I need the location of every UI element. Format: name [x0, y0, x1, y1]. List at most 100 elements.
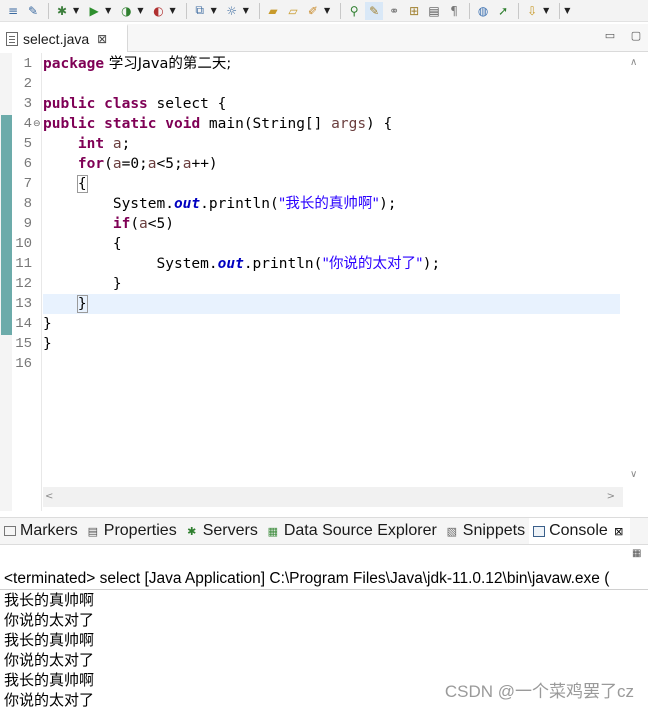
toolbar-separator — [469, 2, 471, 19]
tab-servers[interactable]: ✱ Servers — [181, 518, 262, 544]
toolbar-separator — [340, 2, 342, 19]
line-number: 11 — [15, 256, 32, 272]
minimize-icon[interactable]: ▭ — [604, 29, 616, 42]
editor-tab-label: select.java — [23, 31, 90, 47]
line-number: 5 — [23, 136, 32, 152]
console-menu-icon[interactable]: ▦ — [632, 548, 648, 562]
open-file-icon[interactable]: ▱ — [284, 2, 302, 20]
console-icon — [533, 525, 546, 537]
fold-toggle-icon[interactable]: ⊖ — [33, 114, 41, 134]
code-line-8: System.out.println("我长的真帅啊"); — [112, 196, 397, 212]
console-view[interactable]: ▦ <terminated> select [Java Application]… — [0, 546, 648, 708]
maximize-icon[interactable]: ▢ — [630, 29, 642, 42]
scroll-up-icon[interactable]: ∧ — [630, 57, 637, 68]
toolbar-separator — [258, 2, 260, 19]
console-output-line: 你说的太对了 — [4, 611, 95, 629]
line-number: 8 — [23, 196, 32, 212]
new-web-icon[interactable]: ☼ — [223, 2, 241, 20]
vertical-scrollbar[interactable]: ∧ ∨ — [622, 53, 648, 493]
view-tab-bar: Markers ▤ Properties ✱ Servers ▦ Data So… — [0, 517, 648, 545]
line-number: 3 — [23, 96, 32, 112]
console-divider — [0, 589, 648, 590]
annotation-icon[interactable]: ⚲ — [345, 2, 363, 20]
line-number: 14 — [15, 316, 32, 332]
close-icon[interactable]: ⊠ — [97, 32, 107, 46]
link-icon[interactable]: ⚭ — [385, 2, 403, 20]
chevron-down-icon[interactable]: ▼ — [324, 6, 330, 15]
matching-brace: { — [76, 175, 88, 193]
code-line-3: public class select { — [43, 96, 227, 112]
code-line-13: } — [43, 294, 88, 314]
coverage-icon[interactable]: ◑ — [117, 2, 135, 20]
line-number: 2 — [23, 76, 32, 92]
main-toolbar: ≡ ✎ ✱ ▼ ▶ ▼ ◑ ▼ ◐ ▼ ⧉ ▼ ☼ ▼ ▰ ▱ ✐ ▼ ⚲ ✎ … — [0, 0, 648, 22]
new-server-icon[interactable]: ⧉ — [191, 2, 209, 20]
scroll-down-icon[interactable]: ∨ — [630, 469, 637, 480]
code-line-14: } — [43, 316, 52, 332]
line-number: 12 — [15, 276, 32, 292]
editor-tab-select-java[interactable]: select.java ⊠ — [0, 24, 128, 52]
code-line-5: int a; — [77, 136, 131, 152]
code-line-12: } — [112, 276, 122, 292]
data-source-icon: ▦ — [267, 524, 279, 538]
code-editor[interactable]: 1 2 3 4 5 6 7 8 9 10 11 12 13 14 15 16 ⊖ package 学习Java的… — [0, 53, 648, 511]
chevron-down-icon[interactable]: ▼ — [137, 6, 143, 15]
chevron-down-icon[interactable]: ▼ — [243, 6, 249, 15]
down-arrow-icon[interactable]: ⇩ — [523, 2, 541, 20]
close-icon[interactable]: ⊠ — [612, 524, 626, 538]
chevron-down-icon[interactable]: ▼ — [169, 6, 175, 15]
console-output-line: 我长的真帅啊 — [4, 631, 95, 649]
paragraph-icon[interactable]: ¶ — [445, 2, 463, 20]
markers-icon — [4, 526, 16, 536]
editor-tab-bar: select.java ⊠ ▭ ▢ — [0, 24, 648, 52]
toggle-icon[interactable]: ≡ — [4, 2, 22, 20]
horizontal-scrollbar[interactable]: < > — [43, 487, 623, 507]
scroll-right-icon[interactable]: > — [607, 491, 615, 502]
watermark: CSDN @一个菜鸡罢了cz — [444, 682, 634, 701]
console-output-line: 你说的太对了 — [4, 691, 95, 708]
task-icon[interactable]: ✎ — [24, 2, 42, 20]
run-icon[interactable]: ▶ — [85, 2, 103, 20]
code-line-7: { — [43, 174, 88, 194]
forward-icon[interactable]: ➚ — [494, 2, 512, 20]
chevron-down-icon[interactable]: ▼ — [564, 6, 570, 15]
chevron-down-icon[interactable]: ▼ — [543, 6, 549, 15]
tab-console[interactable]: Console ⊠ — [529, 518, 630, 544]
code-line-9: if(a<5) — [112, 216, 174, 232]
globe-icon[interactable]: ◍ — [474, 2, 492, 20]
toolbar-separator — [518, 2, 520, 19]
toolbar-separator — [48, 2, 49, 19]
chevron-down-icon[interactable]: ▼ — [211, 6, 217, 15]
external-tools-icon[interactable]: ◐ — [149, 2, 167, 20]
tab-snippets[interactable]: ▧ Snippets — [441, 518, 529, 544]
tab-markers[interactable]: Markers — [0, 518, 82, 544]
search-tool-icon[interactable]: ✐ — [304, 2, 322, 20]
console-output-line: 我长的真帅啊 — [4, 671, 95, 689]
open-folder-icon[interactable]: ▰ — [264, 2, 282, 20]
line-number: 1 — [23, 56, 32, 72]
line-number: 7 — [23, 176, 32, 192]
toolbar-separator — [559, 2, 561, 19]
line-number: 15 — [15, 336, 32, 352]
scroll-left-icon[interactable]: < — [45, 491, 53, 502]
code-line-6: for(a=0;a<5;a++) — [77, 156, 218, 172]
code-area[interactable]: package 学习Java的第二天; public class select … — [43, 53, 620, 493]
toolbar-separator — [185, 2, 187, 19]
servers-icon: ✱ — [187, 524, 197, 538]
highlight-icon[interactable]: ✎ — [365, 1, 384, 20]
chevron-down-icon[interactable]: ▼ — [73, 6, 79, 15]
code-line-10: { — [112, 236, 122, 252]
console-output-line: 你说的太对了 — [4, 651, 95, 669]
properties-icon: ▤ — [87, 524, 98, 538]
java-file-icon — [6, 32, 18, 46]
debug-icon[interactable]: ✱ — [53, 2, 71, 20]
code-line-4: public static void main(String[] args) { — [43, 116, 393, 132]
page-icon[interactable]: ▤ — [425, 2, 443, 20]
chevron-down-icon[interactable]: ▼ — [105, 6, 111, 15]
line-number-gutter: 1 2 3 4 5 6 7 8 9 10 11 12 13 14 15 16 ⊖ — [12, 53, 42, 511]
outline-icon[interactable]: ⊞ — [405, 2, 423, 20]
line-number: 16 — [15, 356, 32, 372]
line-number: 10 — [15, 236, 32, 252]
tab-data-source-explorer[interactable]: ▦ Data Source Explorer — [262, 518, 441, 544]
tab-properties[interactable]: ▤ Properties — [82, 518, 181, 544]
